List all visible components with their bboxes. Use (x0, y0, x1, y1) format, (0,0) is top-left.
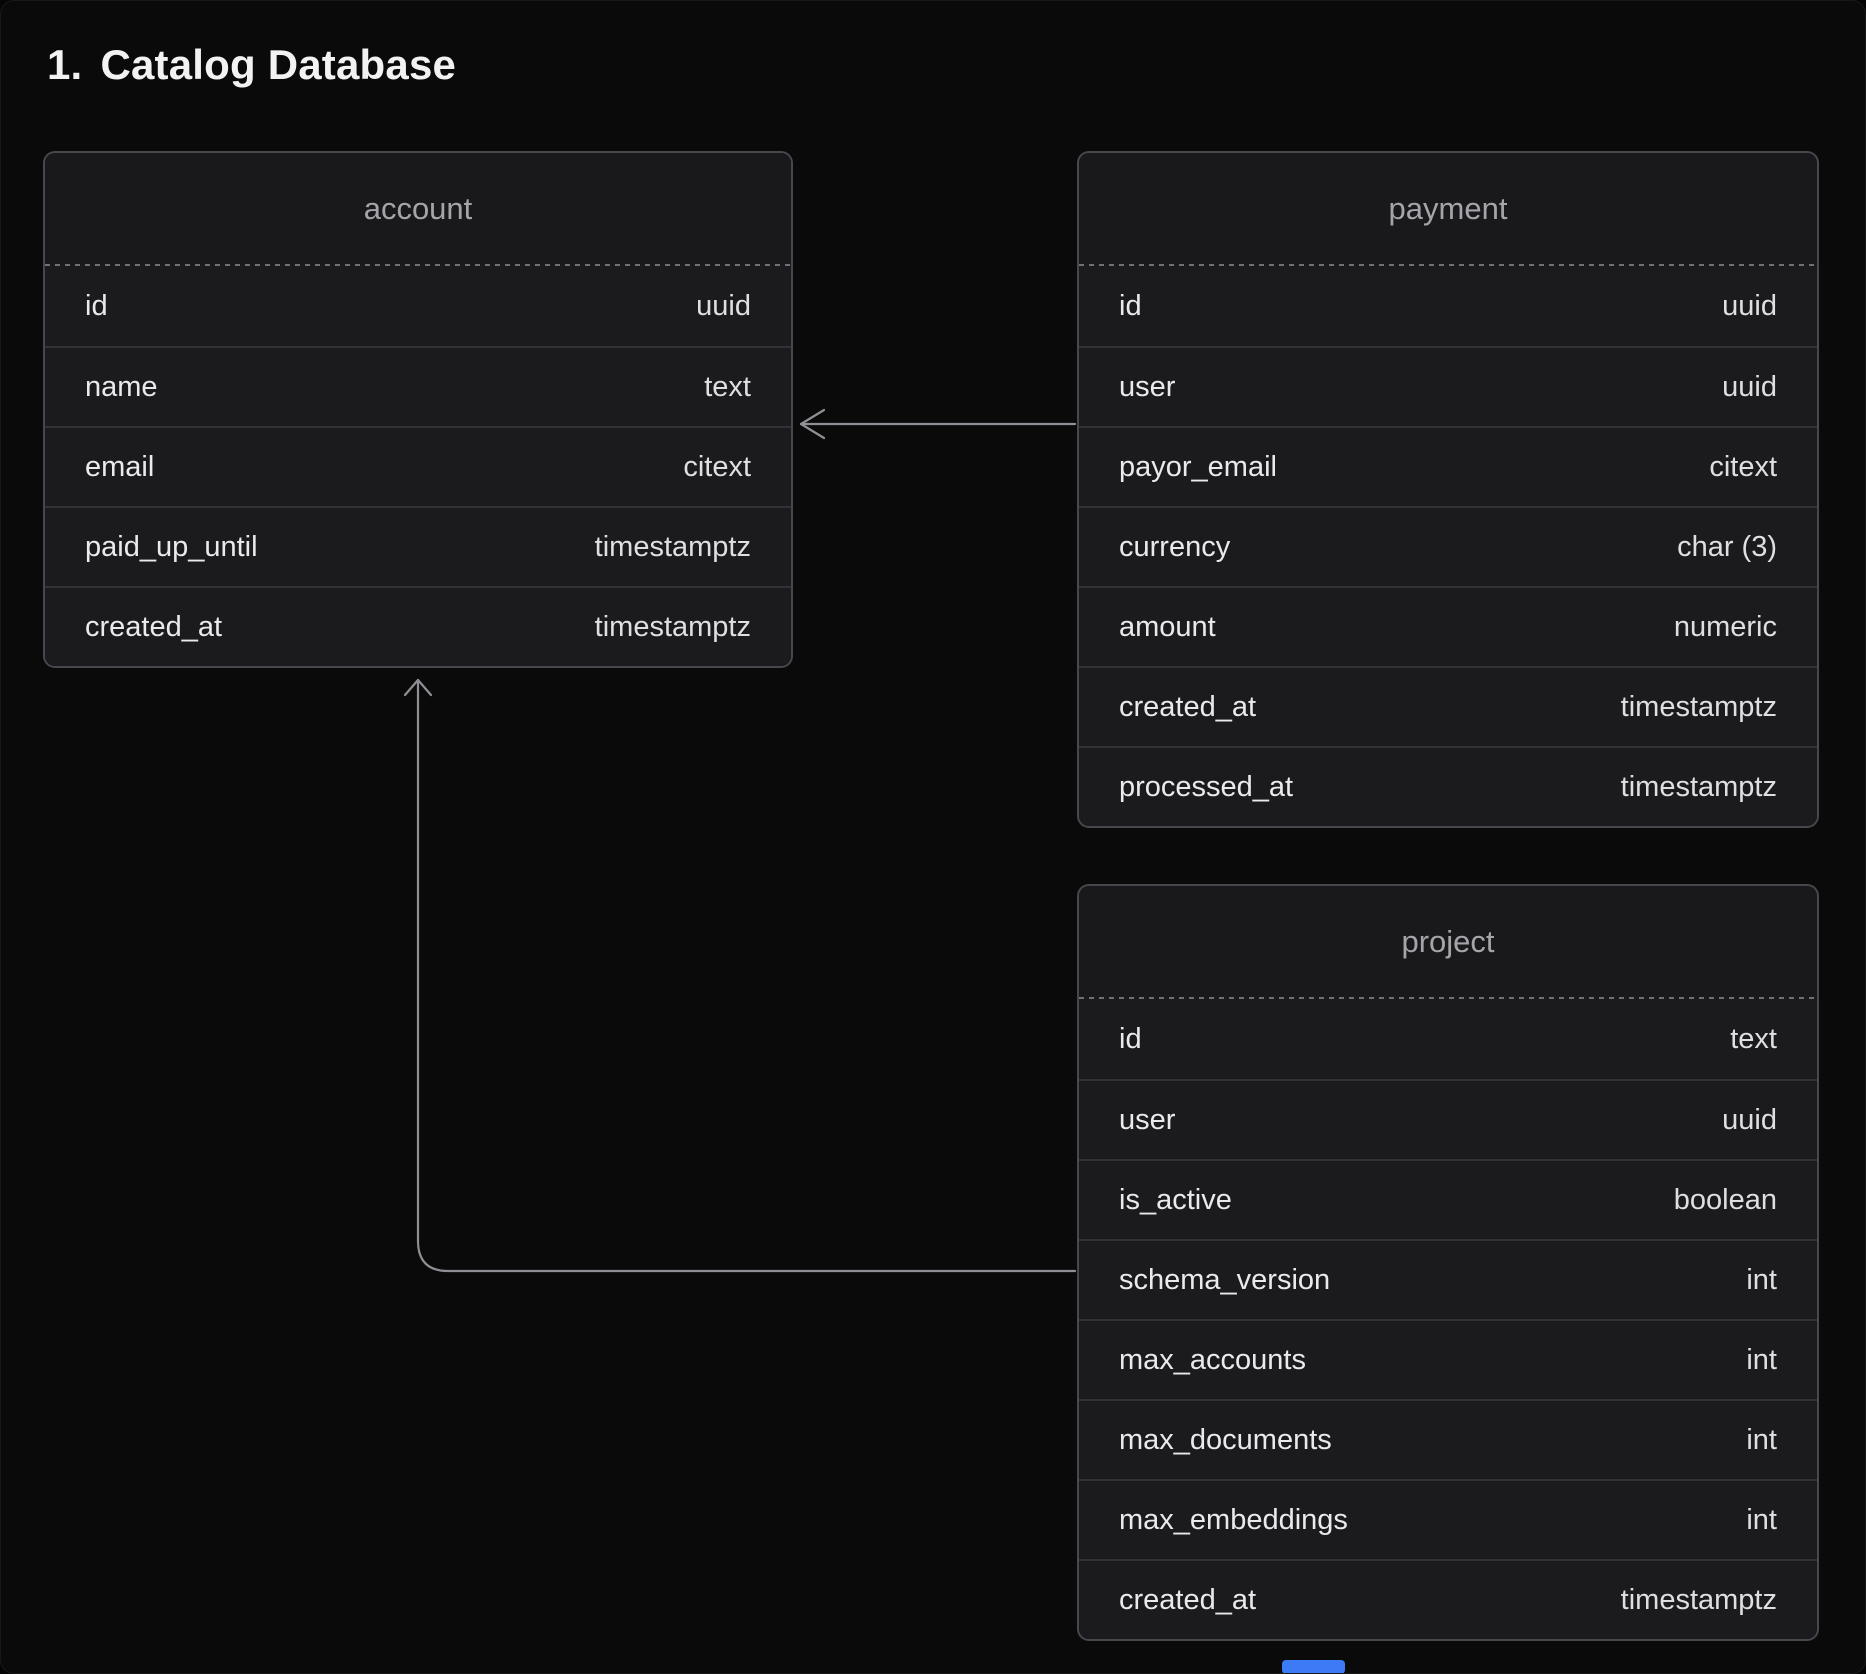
field-name: name (85, 371, 158, 404)
field-type: timestamptz (1621, 1584, 1777, 1617)
field-type: timestamptz (1621, 691, 1777, 724)
table-row-project-is_active[interactable]: is_active boolean (1079, 1159, 1817, 1239)
field-type: numeric (1674, 611, 1777, 644)
table-payment[interactable]: payment id uuid user uuid payor_email ci… (1077, 151, 1819, 828)
field-name: id (1119, 1023, 1142, 1056)
table-row-payment-processed_at[interactable]: processed_at timestamptz (1079, 746, 1817, 826)
field-type: uuid (1722, 290, 1777, 323)
bottom-blue-indicator[interactable] (1282, 1660, 1345, 1674)
table-row-account-created_at[interactable]: created_at timestamptz (45, 586, 791, 666)
relation-line (418, 680, 1075, 1271)
field-type: uuid (1722, 1104, 1777, 1137)
field-name: is_active (1119, 1184, 1232, 1217)
field-type: char (3) (1677, 531, 1777, 564)
field-type: int (1746, 1424, 1777, 1457)
field-type: text (704, 371, 751, 404)
table-title: project (1401, 924, 1494, 960)
table-row-project-created_at[interactable]: created_at timestamptz (1079, 1559, 1817, 1639)
field-type: timestamptz (595, 611, 751, 644)
table-row-payment-created_at[interactable]: created_at timestamptz (1079, 666, 1817, 746)
field-type: int (1746, 1264, 1777, 1297)
table-row-payment-amount[interactable]: amount numeric (1079, 586, 1817, 666)
relation-arrow-payment-to-account (801, 410, 1075, 438)
table-header[interactable]: payment (1079, 153, 1817, 264)
field-type: timestamptz (595, 531, 751, 564)
field-type: citext (1709, 451, 1777, 484)
relation-arrow-project-to-account (405, 680, 1075, 1271)
table-row-payment-id[interactable]: id uuid (1079, 266, 1817, 346)
table-row-project-id[interactable]: id text (1079, 999, 1817, 1079)
table-row-account-name[interactable]: name text (45, 346, 791, 426)
field-type: int (1746, 1504, 1777, 1537)
field-name: user (1119, 371, 1175, 404)
table-row-project-max_documents[interactable]: max_documents int (1079, 1399, 1817, 1479)
table-header[interactable]: account (45, 153, 791, 264)
field-type: text (1730, 1023, 1777, 1056)
field-name: amount (1119, 611, 1216, 644)
table-row-project-schema_version[interactable]: schema_version int (1079, 1239, 1817, 1319)
page-title-text: Catalog Database (100, 41, 456, 89)
table-project[interactable]: project id text user uuid is_active bool… (1077, 884, 1819, 1641)
table-header[interactable]: project (1079, 886, 1817, 997)
field-name: id (1119, 290, 1142, 323)
field-name: email (85, 451, 154, 484)
page-title-number: 1. (47, 41, 82, 89)
table-row-payment-payor_email[interactable]: payor_email citext (1079, 426, 1817, 506)
table-row-project-max_embeddings[interactable]: max_embeddings int (1079, 1479, 1817, 1559)
field-name: created_at (1119, 691, 1256, 724)
field-type: uuid (696, 290, 751, 323)
field-type: uuid (1722, 371, 1777, 404)
field-name: max_documents (1119, 1424, 1332, 1457)
table-account[interactable]: account id uuid name text email citext p… (43, 151, 793, 668)
table-row-project-max_accounts[interactable]: max_accounts int (1079, 1319, 1817, 1399)
table-row-payment-user[interactable]: user uuid (1079, 346, 1817, 426)
arrowhead-up-icon (405, 680, 431, 695)
diagram-canvas: 1. Catalog Database account id uuid name… (0, 0, 1866, 1674)
field-name: id (85, 290, 108, 323)
field-name: currency (1119, 531, 1230, 564)
field-type: int (1746, 1344, 1777, 1377)
field-name: created_at (1119, 1584, 1256, 1617)
field-type: timestamptz (1621, 771, 1777, 804)
field-name: processed_at (1119, 771, 1293, 804)
field-name: schema_version (1119, 1264, 1330, 1297)
field-type: citext (683, 451, 751, 484)
field-type: boolean (1674, 1184, 1777, 1217)
table-row-project-user[interactable]: user uuid (1079, 1079, 1817, 1159)
field-name: max_embeddings (1119, 1504, 1348, 1537)
table-row-account-email[interactable]: email citext (45, 426, 791, 506)
field-name: max_accounts (1119, 1344, 1306, 1377)
field-name: created_at (85, 611, 222, 644)
field-name: user (1119, 1104, 1175, 1137)
table-title: payment (1389, 191, 1508, 227)
field-name: paid_up_until (85, 531, 258, 564)
arrowhead-left-icon (801, 410, 824, 438)
table-row-account-id[interactable]: id uuid (45, 266, 791, 346)
table-row-payment-currency[interactable]: currency char (3) (1079, 506, 1817, 586)
table-title: account (364, 191, 473, 227)
page-title: 1. Catalog Database (47, 41, 456, 89)
table-row-account-paid_up_until[interactable]: paid_up_until timestamptz (45, 506, 791, 586)
field-name: payor_email (1119, 451, 1277, 484)
